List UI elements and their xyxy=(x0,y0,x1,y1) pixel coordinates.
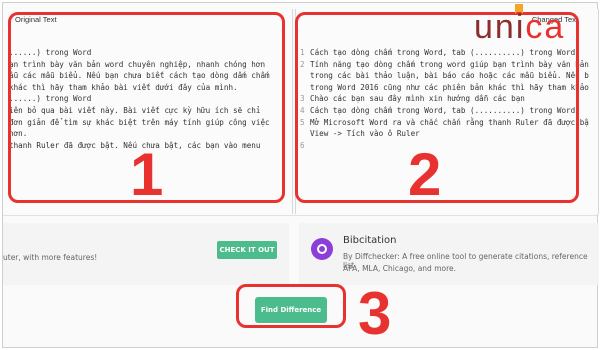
logo-letter: u xyxy=(474,8,495,46)
bibcitation-card[interactable]: Bibcitation By Diffchecker: A free onlin… xyxy=(299,223,599,285)
logo-letter: c xyxy=(525,8,545,46)
promo-card-text: uter, with more features! xyxy=(3,253,98,262)
annotation-number-3: 3 xyxy=(358,280,392,347)
unica-logo: unica xyxy=(474,10,565,44)
bibcitation-logo-icon xyxy=(311,238,333,260)
check-it-out-button[interactable]: CHECK IT OUT xyxy=(217,241,277,259)
annotation-number-2: 2 xyxy=(408,141,442,208)
promo-card-left: uter, with more features! CHECK IT OUT xyxy=(3,223,289,285)
section-divider xyxy=(3,215,599,216)
annotation-box-button xyxy=(236,284,346,328)
bibcitation-description-2: APA, MLA, Chicago, and more. xyxy=(343,264,457,273)
bibcitation-title: Bibcitation xyxy=(343,235,397,246)
logo-bookmark-tail-icon xyxy=(515,10,523,14)
annotation-number-1: 1 xyxy=(130,141,164,208)
logo-letter: n xyxy=(494,8,516,46)
logo-letter: a xyxy=(544,8,566,46)
